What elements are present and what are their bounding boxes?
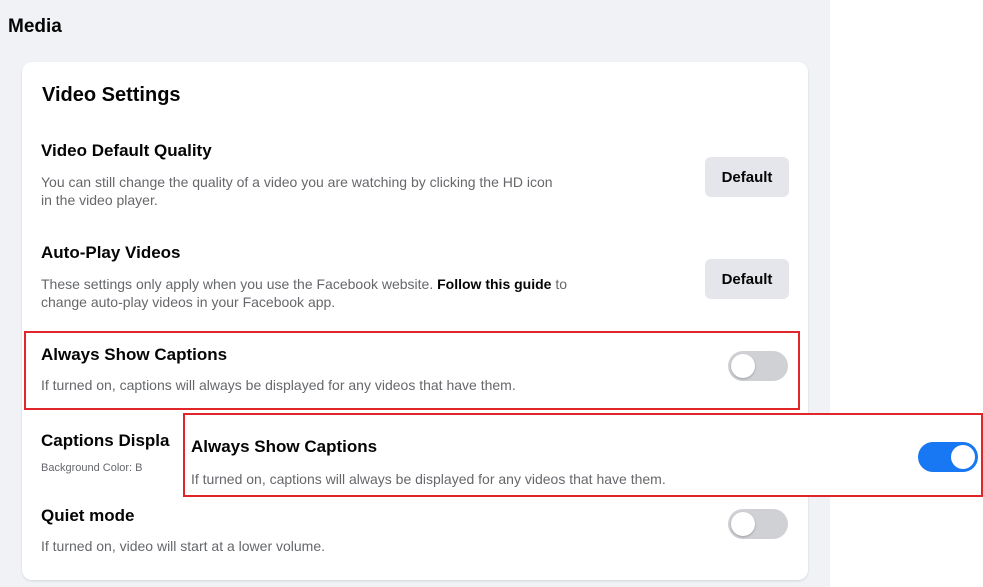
card-title: Video Settings [42, 84, 181, 106]
autoplay-desc-line2: change auto-play videos in your Facebook… [41, 294, 336, 310]
autoplay-desc-line1: These settings only apply when you use t… [41, 275, 567, 293]
follow-guide-link[interactable]: Follow this guide [437, 276, 551, 292]
autoplay-desc-to: to [551, 276, 568, 292]
video-settings-card [22, 62, 808, 580]
callout-captions-desc: If turned on, captions will always be di… [191, 471, 666, 487]
captions-display-title: Captions Displa [41, 431, 170, 450]
video-quality-title: Video Default Quality [41, 141, 212, 160]
quiet-mode-title: Quiet mode [41, 506, 135, 525]
autoplay-default-button[interactable]: Default [705, 259, 789, 299]
callout-captions-title: Always Show Captions [191, 437, 378, 456]
toggle-knob [731, 512, 755, 536]
quiet-mode-toggle[interactable] [728, 509, 788, 539]
section-title: Media [8, 16, 62, 37]
video-quality-desc-line2: in the video player. [41, 192, 158, 208]
autoplay-title: Auto-Play Videos [41, 243, 181, 262]
video-quality-default-button[interactable]: Default [705, 157, 789, 197]
video-quality-desc-line1: You can still change the quality of a vi… [41, 174, 553, 190]
highlight-box [24, 331, 800, 410]
captions-display-desc: Background Color: B [41, 462, 143, 474]
captions-on-callout: Always Show Captions If turned on, capti… [183, 413, 983, 497]
callout-captions-toggle[interactable] [918, 442, 978, 472]
quiet-mode-desc: If turned on, video will start at a lowe… [41, 538, 326, 554]
autoplay-desc-text: These settings only apply when you use t… [41, 276, 438, 292]
toggle-knob [951, 445, 975, 469]
